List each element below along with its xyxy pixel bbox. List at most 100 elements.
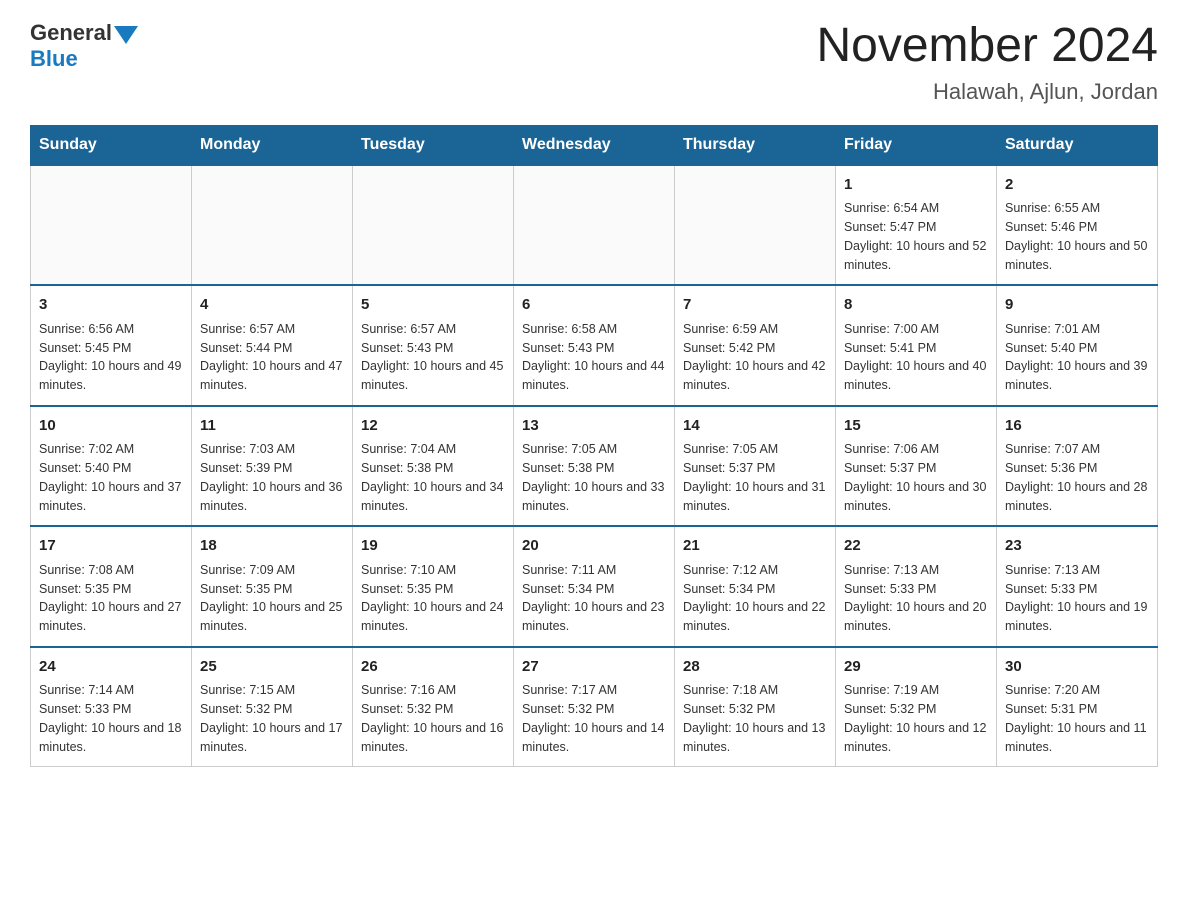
day-number: 2: [1005, 174, 1149, 197]
month-year-title: November 2024: [816, 20, 1158, 73]
day-info: Sunrise: 7:03 AMSunset: 5:39 PMDaylight:…: [200, 440, 344, 515]
calendar-cell: 26Sunrise: 7:16 AMSunset: 5:32 PMDayligh…: [353, 647, 514, 767]
calendar-cell: 30Sunrise: 7:20 AMSunset: 5:31 PMDayligh…: [997, 647, 1158, 767]
calendar-week-row: 1Sunrise: 6:54 AMSunset: 5:47 PMDaylight…: [31, 165, 1158, 286]
day-number: 6: [522, 294, 666, 317]
day-number: 16: [1005, 415, 1149, 438]
day-number: 27: [522, 656, 666, 679]
day-info: Sunrise: 7:06 AMSunset: 5:37 PMDaylight:…: [844, 440, 988, 515]
calendar-cell: 7 Sunrise: 6:59 AMSunset: 5:42 PMDaylight…: [675, 285, 836, 406]
day-number: 18: [200, 535, 344, 558]
day-number: 20: [522, 535, 666, 558]
day-info: Sunrise: 6:57 AMSunset: 5:43 PMDaylight:…: [361, 320, 505, 395]
day-number: 4: [200, 294, 344, 317]
day-info: Sunrise: 6:57 AMSunset: 5:44 PMDaylight:…: [200, 320, 344, 395]
day-number: 12: [361, 415, 505, 438]
day-info: Sunrise: 7:14 AMSunset: 5:33 PMDaylight:…: [39, 681, 183, 756]
day-number: 7: [683, 294, 827, 317]
day-number: 25: [200, 656, 344, 679]
day-number: 29: [844, 656, 988, 679]
calendar-cell: 19 Sunrise: 7:10 AMSunset: 5:35 PMDayligh…: [353, 526, 514, 647]
day-info: Sunrise: 7:18 AMSunset: 5:32 PMDaylight:…: [683, 681, 827, 756]
calendar-cell: 29Sunrise: 7:19 AMSunset: 5:32 PMDayligh…: [836, 647, 997, 767]
day-info: Sunrise: 6:54 AMSunset: 5:47 PMDaylight:…: [844, 199, 988, 274]
day-info: Sunrise: 6:58 AMSunset: 5:43 PMDaylight:…: [522, 320, 666, 395]
page-header: General Blue November 2024 Halawah, Ajlu…: [30, 20, 1158, 105]
day-number: 14: [683, 415, 827, 438]
calendar-cell: 27Sunrise: 7:17 AMSunset: 5:32 PMDayligh…: [514, 647, 675, 767]
calendar-week-row: 3 Sunrise: 6:56 AMSunset: 5:45 PMDaylight…: [31, 285, 1158, 406]
calendar-day-header: Friday: [836, 125, 997, 165]
calendar-day-header: Saturday: [997, 125, 1158, 165]
calendar-cell: 20Sunrise: 7:11 AMSunset: 5:34 PMDayligh…: [514, 526, 675, 647]
day-info: Sunrise: 7:20 AMSunset: 5:31 PMDaylight:…: [1005, 681, 1149, 756]
calendar-cell: 10Sunrise: 7:02 AMSunset: 5:40 PMDayligh…: [31, 406, 192, 527]
day-info: Sunrise: 7:01 AMSunset: 5:40 PMDaylight:…: [1005, 320, 1149, 395]
calendar-cell: 14Sunrise: 7:05 AMSunset: 5:37 PMDayligh…: [675, 406, 836, 527]
day-info: Sunrise: 7:16 AMSunset: 5:32 PMDaylight:…: [361, 681, 505, 756]
day-info: Sunrise: 6:55 AMSunset: 5:46 PMDaylight:…: [1005, 199, 1149, 274]
day-info: Sunrise: 7:15 AMSunset: 5:32 PMDaylight:…: [200, 681, 344, 756]
day-info: Sunrise: 7:07 AMSunset: 5:36 PMDaylight:…: [1005, 440, 1149, 515]
calendar-cell: 8 Sunrise: 7:00 AMSunset: 5:41 PMDaylight…: [836, 285, 997, 406]
calendar-cell: 21Sunrise: 7:12 AMSunset: 5:34 PMDayligh…: [675, 526, 836, 647]
calendar-table: SundayMondayTuesdayWednesdayThursdayFrid…: [30, 125, 1158, 768]
calendar-cell: 9 Sunrise: 7:01 AMSunset: 5:40 PMDaylight…: [997, 285, 1158, 406]
day-number: 21: [683, 535, 827, 558]
day-info: Sunrise: 7:04 AMSunset: 5:38 PMDaylight:…: [361, 440, 505, 515]
day-info: Sunrise: 7:13 AMSunset: 5:33 PMDaylight:…: [844, 561, 988, 636]
calendar-cell: 5Sunrise: 6:57 AMSunset: 5:43 PMDaylight…: [353, 285, 514, 406]
calendar-cell: 6 Sunrise: 6:58 AMSunset: 5:43 PMDaylight…: [514, 285, 675, 406]
calendar-cell: [675, 165, 836, 286]
logo-general-line: General: [30, 20, 138, 46]
calendar-week-row: 10Sunrise: 7:02 AMSunset: 5:40 PMDayligh…: [31, 406, 1158, 527]
calendar-cell: 13Sunrise: 7:05 AMSunset: 5:38 PMDayligh…: [514, 406, 675, 527]
day-number: 8: [844, 294, 988, 317]
day-number: 22: [844, 535, 988, 558]
calendar-cell: 23 Sunrise: 7:13 AMSunset: 5:33 PMDayligh…: [997, 526, 1158, 647]
day-info: Sunrise: 7:17 AMSunset: 5:32 PMDaylight:…: [522, 681, 666, 756]
calendar-cell: 22 Sunrise: 7:13 AMSunset: 5:33 PMDayligh…: [836, 526, 997, 647]
day-number: 30: [1005, 656, 1149, 679]
calendar-day-header: Thursday: [675, 125, 836, 165]
day-number: 9: [1005, 294, 1149, 317]
calendar-cell: [353, 165, 514, 286]
logo-general-text: General: [30, 20, 112, 46]
day-info: Sunrise: 7:13 AMSunset: 5:33 PMDaylight:…: [1005, 561, 1149, 636]
day-info: Sunrise: 7:09 AMSunset: 5:35 PMDaylight:…: [200, 561, 344, 636]
day-info: Sunrise: 7:19 AMSunset: 5:32 PMDaylight:…: [844, 681, 988, 756]
day-info: Sunrise: 7:05 AMSunset: 5:38 PMDaylight:…: [522, 440, 666, 515]
calendar-cell: 18 Sunrise: 7:09 AMSunset: 5:35 PMDayligh…: [192, 526, 353, 647]
calendar-cell: [192, 165, 353, 286]
calendar-day-header: Tuesday: [353, 125, 514, 165]
calendar-cell: 15Sunrise: 7:06 AMSunset: 5:37 PMDayligh…: [836, 406, 997, 527]
calendar-cell: 12Sunrise: 7:04 AMSunset: 5:38 PMDayligh…: [353, 406, 514, 527]
day-info: Sunrise: 6:59 AMSunset: 5:42 PMDaylight:…: [683, 320, 827, 395]
day-info: Sunrise: 7:10 AMSunset: 5:35 PMDaylight:…: [361, 561, 505, 636]
day-number: 28: [683, 656, 827, 679]
logo: General Blue: [30, 20, 138, 72]
day-number: 13: [522, 415, 666, 438]
day-number: 10: [39, 415, 183, 438]
calendar-cell: 2Sunrise: 6:55 AMSunset: 5:46 PMDaylight…: [997, 165, 1158, 286]
logo-blue-text: Blue: [30, 46, 138, 72]
day-info: Sunrise: 7:00 AMSunset: 5:41 PMDaylight:…: [844, 320, 988, 395]
calendar-cell: 1Sunrise: 6:54 AMSunset: 5:47 PMDaylight…: [836, 165, 997, 286]
day-number: 23: [1005, 535, 1149, 558]
calendar-cell: [31, 165, 192, 286]
day-number: 17: [39, 535, 183, 558]
title-block: November 2024 Halawah, Ajlun, Jordan: [816, 20, 1158, 105]
day-number: 26: [361, 656, 505, 679]
day-number: 19: [361, 535, 505, 558]
day-info: Sunrise: 7:02 AMSunset: 5:40 PMDaylight:…: [39, 440, 183, 515]
day-info: Sunrise: 7:05 AMSunset: 5:37 PMDaylight:…: [683, 440, 827, 515]
day-number: 3: [39, 294, 183, 317]
calendar-cell: 17Sunrise: 7:08 AMSunset: 5:35 PMDayligh…: [31, 526, 192, 647]
calendar-cell: 3 Sunrise: 6:56 AMSunset: 5:45 PMDaylight…: [31, 285, 192, 406]
calendar-cell: [514, 165, 675, 286]
day-number: 24: [39, 656, 183, 679]
calendar-cell: 25Sunrise: 7:15 AMSunset: 5:32 PMDayligh…: [192, 647, 353, 767]
logo-arrow-icon: [114, 26, 138, 44]
day-info: Sunrise: 6:56 AMSunset: 5:45 PMDaylight:…: [39, 320, 183, 395]
day-number: 11: [200, 415, 344, 438]
